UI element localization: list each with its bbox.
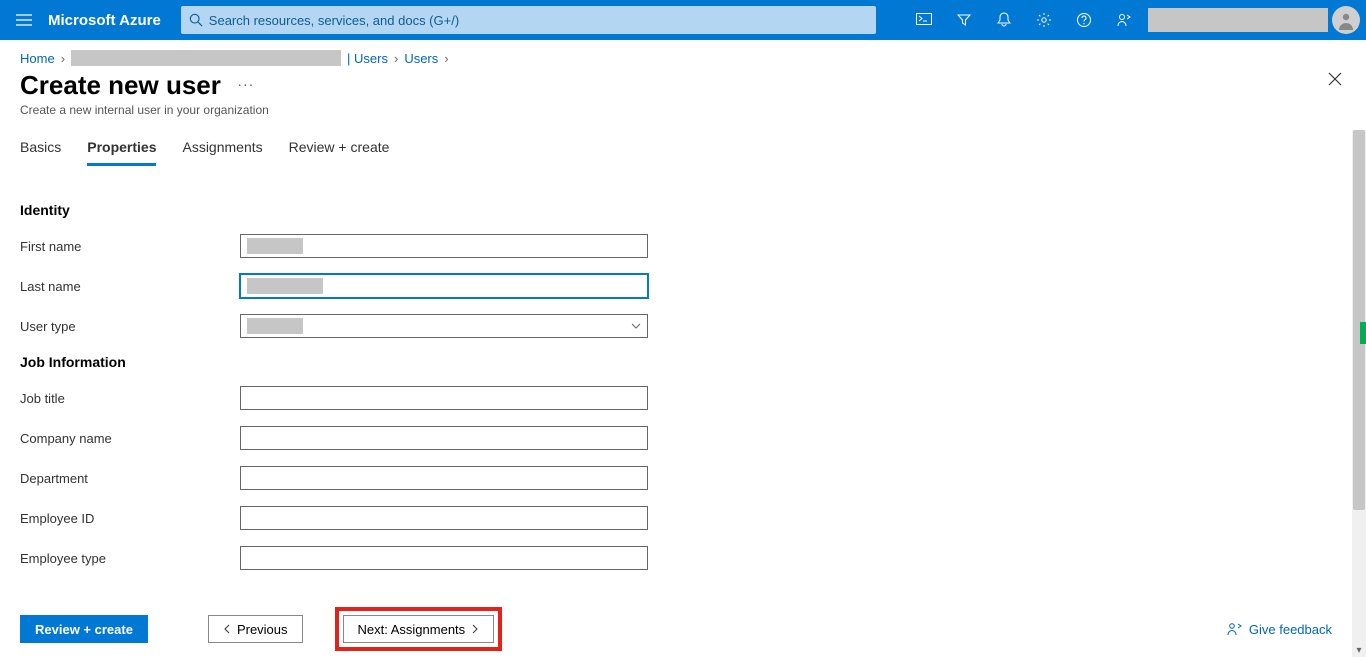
scrollbar-track[interactable]: ▴ ▾: [1352, 130, 1366, 657]
row-employee-id: Employee ID: [20, 506, 1332, 530]
breadcrumb: Home › | Users › Users ›: [0, 40, 1366, 70]
cloud-shell-button[interactable]: [904, 0, 944, 40]
previous-button[interactable]: Previous: [208, 615, 303, 643]
breadcrumb-sep: ›: [444, 51, 448, 66]
input-employee-type[interactable]: [240, 546, 648, 570]
help-button[interactable]: [1064, 0, 1104, 40]
chevron-left-icon: [223, 624, 231, 634]
search-icon: [189, 13, 203, 27]
feedback-person-icon: [1116, 12, 1132, 28]
close-blade-button[interactable]: [1328, 72, 1342, 86]
input-employee-id[interactable]: [240, 506, 648, 530]
page-header: Create new user ··· Create a new interna…: [0, 70, 1366, 117]
row-last-name: Last name: [20, 274, 1332, 298]
next-label: Next: Assignments: [358, 622, 466, 637]
topbar-right: [904, 0, 1366, 40]
row-company-name: Company name: [20, 426, 1332, 450]
bell-icon: [997, 12, 1011, 28]
user-avatar[interactable]: [1332, 6, 1360, 34]
scroll-down-arrow-icon[interactable]: ▾: [1352, 643, 1366, 657]
global-search[interactable]: Search resources, services, and docs (G+…: [181, 6, 876, 34]
section-identity-heading: Identity: [20, 202, 1332, 218]
notifications-button[interactable]: [984, 0, 1024, 40]
row-user-type: User type: [20, 314, 1332, 338]
close-icon: [1328, 72, 1342, 86]
input-job-title[interactable]: [240, 386, 648, 410]
feedback-icon: [1227, 622, 1243, 636]
label-company-name: Company name: [20, 431, 240, 446]
breadcrumb-users1[interactable]: | Users: [347, 51, 388, 66]
label-job-title: Job title: [20, 391, 240, 406]
top-bar: Microsoft Azure Search resources, servic…: [0, 0, 1366, 40]
directory-filter-icon: [956, 12, 972, 28]
avatar-icon: [1336, 10, 1356, 30]
tab-assignments[interactable]: Assignments: [182, 139, 262, 166]
side-indicator: [1360, 322, 1366, 344]
breadcrumb-sep: ›: [394, 51, 398, 66]
chevron-right-icon: [471, 624, 479, 634]
label-first-name: First name: [20, 239, 240, 254]
hamburger-icon: [16, 14, 32, 26]
row-first-name: First name: [20, 234, 1332, 258]
label-last-name: Last name: [20, 279, 240, 294]
give-feedback-link[interactable]: Give feedback: [1227, 622, 1332, 637]
input-company-name[interactable]: [240, 426, 648, 450]
tabs: Basics Properties Assignments Review + c…: [0, 117, 1366, 166]
select-user-type[interactable]: [240, 314, 648, 338]
search-wrap: Search resources, services, and docs (G+…: [181, 6, 876, 34]
user-type-value-redacted: [247, 318, 303, 334]
page-title: Create new user: [20, 70, 221, 101]
feedback-top-button[interactable]: [1104, 0, 1144, 40]
label-employee-id: Employee ID: [20, 511, 240, 526]
chevron-down-icon: [631, 323, 641, 329]
filter-button[interactable]: [944, 0, 984, 40]
next-assignments-button[interactable]: Next: Assignments: [343, 615, 495, 643]
breadcrumb-sep: ›: [61, 51, 65, 66]
input-department[interactable]: [240, 466, 648, 490]
section-job-heading: Job Information: [20, 354, 1332, 370]
label-employee-type: Employee type: [20, 551, 240, 566]
input-first-name[interactable]: [240, 234, 648, 258]
last-name-value-redacted: [247, 278, 323, 294]
input-last-name[interactable]: [240, 274, 648, 298]
label-department: Department: [20, 471, 240, 486]
breadcrumb-tenant-redacted[interactable]: [71, 50, 341, 66]
account-info-redacted[interactable]: [1148, 8, 1328, 32]
row-department: Department: [20, 466, 1332, 490]
help-icon: [1076, 12, 1092, 28]
highlight-annotation: Next: Assignments: [335, 607, 503, 651]
breadcrumb-home[interactable]: Home: [20, 51, 55, 66]
footer-bar: Review + create Previous Next: Assignmen…: [0, 601, 1352, 657]
gear-icon: [1036, 12, 1052, 28]
settings-button[interactable]: [1024, 0, 1064, 40]
tab-review[interactable]: Review + create: [289, 139, 390, 166]
first-name-value-redacted: [247, 238, 303, 254]
feedback-label: Give feedback: [1249, 622, 1332, 637]
breadcrumb-users2[interactable]: Users: [404, 51, 438, 66]
more-actions-button[interactable]: ···: [237, 76, 254, 92]
hamburger-menu[interactable]: [0, 14, 48, 26]
label-user-type: User type: [20, 319, 240, 334]
review-create-button[interactable]: Review + create: [20, 615, 148, 643]
tab-basics[interactable]: Basics: [20, 139, 61, 166]
page-subtitle: Create a new internal user in your organ…: [20, 103, 1346, 117]
cloud-shell-icon: [916, 13, 932, 27]
form-content: Identity First name Last name User type …: [0, 190, 1352, 597]
tab-properties[interactable]: Properties: [87, 139, 156, 166]
brand-label[interactable]: Microsoft Azure: [48, 12, 181, 29]
search-placeholder: Search resources, services, and docs (G+…: [209, 13, 459, 28]
row-employee-type: Employee type: [20, 546, 1332, 570]
row-job-title: Job title: [20, 386, 1332, 410]
previous-label: Previous: [237, 622, 288, 637]
scrollbar-thumb[interactable]: [1353, 130, 1365, 510]
